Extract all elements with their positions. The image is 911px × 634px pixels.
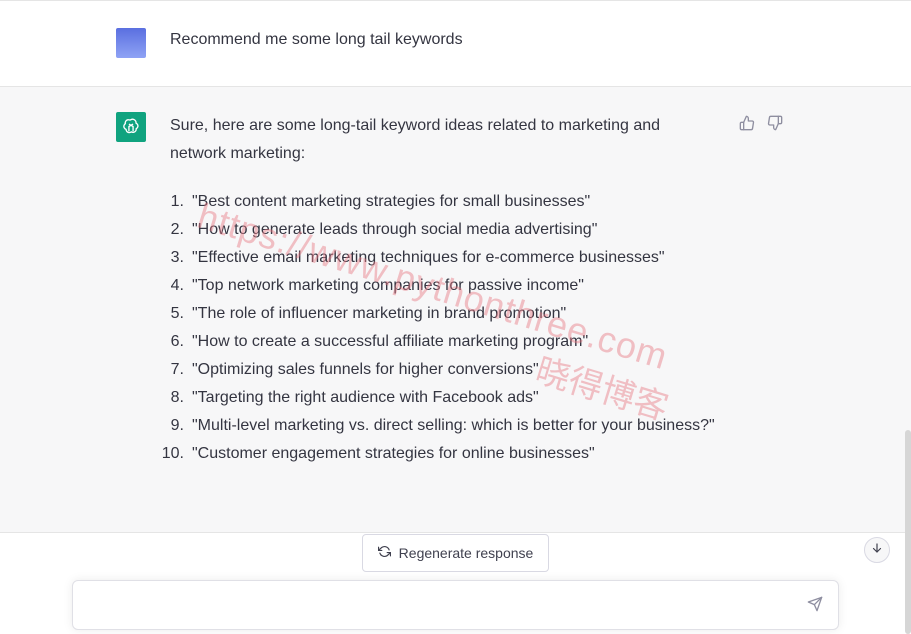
assistant-message-row: Sure, here are some long-tail keyword id… xyxy=(0,87,911,533)
list-item-text: "Best content marketing strategies for s… xyxy=(192,193,591,210)
message-composer xyxy=(72,580,839,630)
list-item: 6. "How to create a successful affiliate … xyxy=(170,328,715,356)
list-item: 4. "Top network marketing companies for p… xyxy=(170,272,715,300)
list-item-text: "How to create a successful affiliate ma… xyxy=(192,333,589,350)
list-item: 8. "Targeting the right audience with Fac… xyxy=(170,384,715,412)
message-input[interactable] xyxy=(87,593,791,621)
list-item-number: 10. xyxy=(161,445,184,462)
list-item: 1. "Best content marketing strategies for… xyxy=(170,188,715,216)
list-item-text: "Optimizing sales funnels for higher con… xyxy=(192,361,539,378)
list-item-number: 8. xyxy=(170,389,184,406)
refresh-icon xyxy=(377,545,391,561)
chat-window: Recommend me some long tail keywords Sur… xyxy=(0,0,911,634)
list-item-text: "Targeting the right audience with Faceb… xyxy=(192,389,539,406)
send-icon xyxy=(807,596,823,617)
list-item-number: 7. xyxy=(170,361,184,378)
regenerate-response-button[interactable]: Regenerate response xyxy=(362,534,549,572)
list-item-number: 5. xyxy=(170,305,184,322)
assistant-message-content: Sure, here are some long-tail keyword id… xyxy=(162,112,715,468)
list-item-text: "How to generate leads through social me… xyxy=(192,221,598,238)
scrollbar[interactable] xyxy=(905,430,911,634)
list-item-number: 3. xyxy=(170,249,184,266)
list-item-number: 6. xyxy=(170,333,184,350)
user-message-row: Recommend me some long tail keywords xyxy=(0,0,911,87)
assistant-intro-text: Sure, here are some long-tail keyword id… xyxy=(170,117,661,162)
list-item: 10. "Customer engagement strategies for o… xyxy=(162,440,715,468)
thumbs-down-icon[interactable] xyxy=(766,114,784,132)
keyword-list: 1. "Best content marketing strategies for… xyxy=(162,188,715,468)
user-avatar xyxy=(116,28,146,58)
list-item-number: 9. xyxy=(170,417,184,434)
list-item: 3. "Effective email marketing techniques … xyxy=(170,244,715,272)
list-item-text: "The role of influencer marketing in bra… xyxy=(192,305,567,322)
list-item-number: 2. xyxy=(170,221,184,238)
list-item: 2. "How to generate leads through social … xyxy=(170,216,715,244)
regenerate-response-label: Regenerate response xyxy=(398,545,534,561)
list-item-number: 4. xyxy=(170,277,184,294)
list-item-text: "Top network marketing companies for pas… xyxy=(192,277,584,294)
list-item-text: "Effective email marketing techniques fo… xyxy=(192,249,665,266)
user-message-text: Recommend me some long tail keywords xyxy=(170,31,463,48)
thumbs-up-icon[interactable] xyxy=(738,114,756,132)
list-item: 5. "The role of influencer marketing in b… xyxy=(170,300,715,328)
feedback-controls xyxy=(738,114,784,132)
list-item-text: "Multi-level marketing vs. direct sellin… xyxy=(192,417,715,434)
openai-logo-icon xyxy=(116,112,146,142)
scroll-to-bottom-button[interactable] xyxy=(864,537,890,563)
arrow-down-icon xyxy=(871,541,883,559)
list-item: 7. "Optimizing sales funnels for higher c… xyxy=(170,356,715,384)
list-item-number: 1. xyxy=(170,193,184,210)
list-item-text: "Customer engagement strategies for onli… xyxy=(192,445,595,462)
send-button[interactable] xyxy=(806,596,824,617)
list-item: 9. "Multi-level marketing vs. direct sell… xyxy=(170,412,715,440)
